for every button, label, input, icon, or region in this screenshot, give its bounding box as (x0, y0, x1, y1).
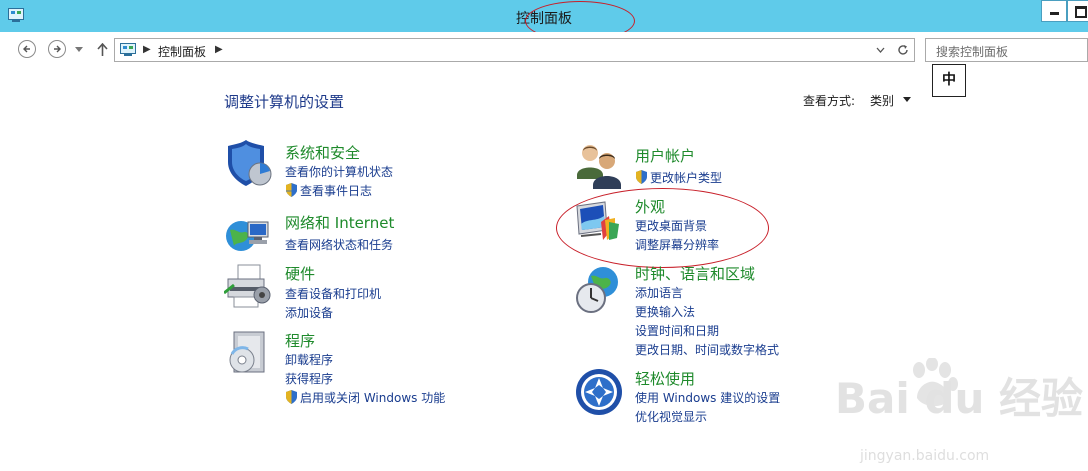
forward-button[interactable] (48, 40, 66, 58)
link-optimize-visual-display[interactable]: 优化视觉显示 (635, 408, 707, 425)
link-add-device[interactable]: 添加设备 (285, 304, 333, 321)
uac-shield-icon (636, 170, 647, 184)
watermark-text: Bai du 经验 (835, 374, 1083, 423)
uac-shield-icon (286, 183, 297, 197)
link-change-date-time-number-format[interactable]: 更改日期、时间或数字格式 (635, 341, 779, 358)
link-network-status[interactable]: 查看网络状态和任务 (285, 236, 393, 253)
link-set-time-date[interactable]: 设置时间和日期 (635, 322, 719, 339)
arrow-right-icon (54, 45, 61, 53)
link-view-event-logs[interactable]: 查看事件日志 (285, 182, 372, 199)
category-system-security[interactable]: 系统和安全 (285, 142, 360, 163)
category-network-internet[interactable]: 网络和 Internet (285, 212, 394, 233)
system-security-icon[interactable] (224, 140, 272, 188)
category-ease-of-access[interactable]: 轻松使用 (635, 368, 695, 389)
page-title: 调整计算机的设置 (224, 93, 345, 111)
breadcrumb-separator-icon[interactable]: ▶ (215, 44, 223, 55)
annotation-ellipse-appearance (556, 188, 769, 268)
link-get-programs[interactable]: 获得程序 (285, 370, 333, 387)
link-devices-printers[interactable]: 查看设备和打印机 (285, 285, 381, 302)
breadcrumb-separator-icon[interactable]: ▶ (143, 44, 151, 55)
printer-icon[interactable] (224, 263, 272, 311)
refresh-icon[interactable] (897, 44, 909, 56)
network-globe-icon[interactable] (224, 212, 272, 260)
navigation-bar: ▶ 控制面板 ▶ 搜索控制面板 (0, 32, 1088, 66)
up-arrow-icon[interactable] (97, 43, 108, 56)
category-clock-language-region[interactable]: 时钟、语言和区域 (635, 263, 755, 284)
title-bar: 控制面板 (0, 0, 1088, 41)
link-windows-features[interactable]: 启用或关闭 Windows 功能 (285, 389, 445, 406)
category-user-accounts[interactable]: 用户帐户 (635, 145, 695, 166)
link-change-input-method[interactable]: 更换输入法 (635, 303, 695, 320)
arrow-left-icon (23, 45, 30, 53)
category-programs[interactable]: 程序 (285, 330, 315, 351)
link-view-computer-status[interactable]: 查看你的计算机状态 (285, 163, 393, 180)
view-by-dropdown[interactable]: 类别 (870, 92, 894, 109)
link-add-language[interactable]: 添加语言 (635, 284, 683, 301)
minimize-button[interactable] (1041, 0, 1067, 22)
chevron-down-icon[interactable] (876, 47, 885, 53)
link-windows-suggested-settings[interactable]: 使用 Windows 建议的设置 (635, 389, 780, 406)
view-by-chevron-icon[interactable] (903, 97, 911, 102)
breadcrumb-control-panel[interactable]: 控制面板 (158, 43, 206, 60)
programs-icon[interactable] (224, 330, 272, 378)
view-by-label: 查看方式: (803, 94, 856, 108)
search-input[interactable]: 搜索控制面板 (925, 38, 1088, 62)
ease-of-access-icon[interactable] (575, 368, 623, 416)
link-uninstall-program[interactable]: 卸载程序 (285, 351, 333, 368)
uac-shield-icon (286, 390, 297, 404)
recent-pages-chevron-icon[interactable] (75, 47, 83, 52)
category-hardware[interactable]: 硬件 (285, 263, 315, 284)
maximize-button[interactable] (1067, 0, 1088, 22)
watermark-url: jingyan.baidu.com (860, 448, 990, 464)
back-button[interactable] (18, 40, 36, 58)
link-change-account-type[interactable]: 更改帐户类型 (635, 169, 722, 186)
address-bar[interactable]: ▶ 控制面板 ▶ (114, 38, 915, 62)
ime-indicator[interactable]: 中 (932, 64, 966, 97)
search-placeholder: 搜索控制面板 (936, 45, 1009, 59)
clock-globe-icon[interactable] (575, 266, 623, 314)
control-panel-icon (120, 43, 136, 56)
users-icon[interactable] (575, 141, 623, 189)
